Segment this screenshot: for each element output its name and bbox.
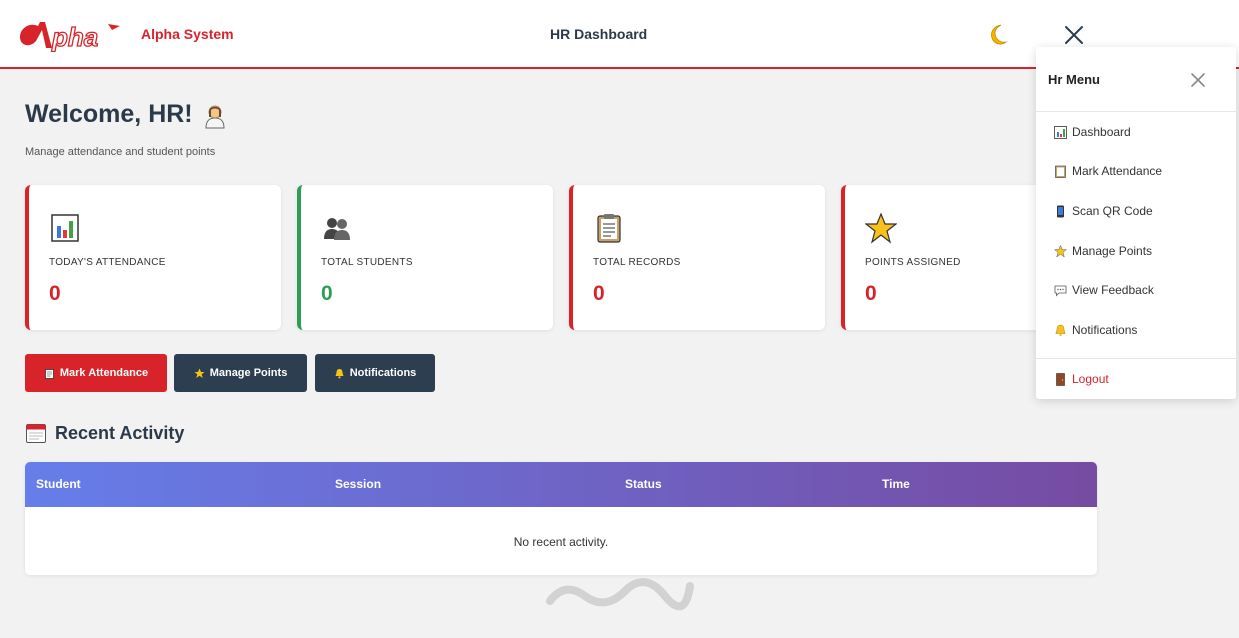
stat-label: TODAY'S ATTENDANCE (49, 257, 166, 268)
star-icon (194, 368, 205, 378)
column-header-student: Student (36, 477, 81, 491)
stat-label: POINTS ASSIGNED (865, 257, 961, 268)
mark-attendance-label: Mark Attendance (59, 367, 149, 379)
close-icon[interactable] (1062, 22, 1086, 48)
menu-item-label: Dashboard (1072, 125, 1131, 139)
welcome-title: Welcome, HR! (25, 100, 193, 128)
menu-item-mark-attendance[interactable]: Mark Attendance (1054, 164, 1162, 178)
column-header-status: Status (625, 477, 662, 491)
notifications-button[interactable]: Notifications (315, 354, 435, 392)
phone-icon (1057, 205, 1064, 217)
stat-value: 0 (593, 282, 605, 305)
manage-points-button[interactable]: Manage Points (174, 354, 307, 392)
empty-state-text: No recent activity. (513, 535, 609, 549)
brand-name: Alpha System (141, 26, 234, 42)
bar-chart-icon (1054, 125, 1067, 139)
menu-item-view-feedback[interactable]: View Feedback (1054, 283, 1154, 297)
stat-value: 0 (49, 282, 61, 305)
star-icon (865, 212, 897, 244)
clipboard-icon (1055, 165, 1066, 178)
stat-value: 0 (321, 282, 333, 305)
menu-item-scan-qr[interactable]: Scan QR Code (1054, 204, 1153, 218)
watermark-logo (546, 578, 694, 611)
manage-points-label: Manage Points (209, 367, 288, 379)
stat-label: TOTAL STUDENTS (321, 257, 413, 268)
door-icon (1056, 372, 1065, 386)
logout-button[interactable]: Logout (1054, 372, 1109, 386)
column-header-time: Time (882, 477, 910, 491)
column-header-session: Session (335, 477, 382, 491)
close-icon[interactable] (1190, 72, 1206, 88)
calendar-icon (26, 424, 46, 443)
bell-icon (335, 368, 344, 378)
bell-icon (1055, 324, 1066, 336)
menu-item-label: Scan QR Code (1072, 204, 1153, 218)
welcome-subtitle: Manage attendance and student points (25, 146, 216, 158)
menu-item-label: Manage Points (1072, 244, 1153, 258)
menu-item-dashboard[interactable]: Dashboard (1054, 125, 1131, 139)
table-header: Student Session Status Time (25, 462, 1097, 507)
menu-title: Hr Menu (1048, 72, 1100, 87)
side-menu: Hr Menu Dashboard Mark Attendance Scan Q… (1036, 47, 1236, 399)
menu-divider (1036, 111, 1236, 112)
menu-item-label: View Feedback (1072, 283, 1154, 297)
alpha-logo[interactable]: pha (16, 16, 122, 52)
svg-text:pha: pha (51, 22, 98, 52)
moon-icon[interactable] (984, 22, 1010, 48)
menu-item-manage-points[interactable]: Manage Points (1054, 244, 1152, 258)
stat-value: 0 (865, 282, 877, 305)
bar-chart-icon (51, 214, 79, 242)
menu-item-label: Notifications (1072, 323, 1138, 337)
mark-attendance-button[interactable]: Mark Attendance (25, 354, 167, 392)
people-icon (324, 218, 350, 240)
clipboard-icon (597, 214, 621, 243)
logout-label: Logout (1072, 372, 1109, 386)
star-icon (1054, 244, 1067, 258)
page-title: HR Dashboard (550, 26, 648, 42)
menu-item-label: Mark Attendance (1072, 164, 1163, 178)
person-icon (205, 105, 225, 128)
recent-activity-heading: Recent Activity (25, 422, 184, 444)
menu-divider (1036, 358, 1236, 359)
menu-item-notifications[interactable]: Notifications (1054, 323, 1137, 337)
notifications-label: Notifications (349, 367, 417, 379)
welcome-heading: Welcome, HR! (25, 100, 229, 129)
stat-card-records: TOTAL RECORDS 0 (569, 185, 825, 330)
stat-card-attendance: TODAY'S ATTENDANCE 0 (25, 185, 281, 330)
section-title: Recent Activity (55, 422, 185, 443)
stat-card-students: TOTAL STUDENTS 0 (297, 185, 553, 330)
speech-bubble-icon (1054, 285, 1067, 296)
stat-label: TOTAL RECORDS (593, 257, 681, 268)
clipboard-icon (44, 368, 54, 379)
